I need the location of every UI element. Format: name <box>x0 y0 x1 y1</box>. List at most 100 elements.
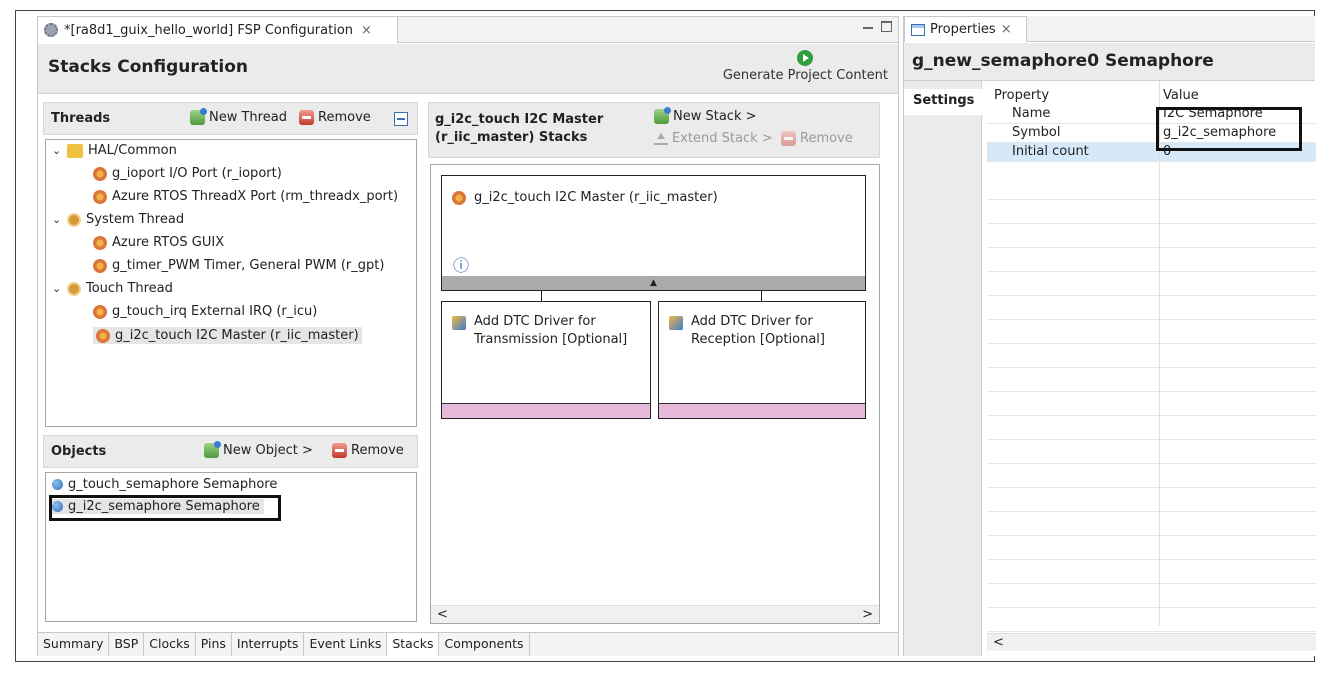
properties-tab[interactable]: Properties × <box>904 16 1027 42</box>
page-title: Stacks Configuration <box>48 57 248 77</box>
remove-icon <box>299 110 314 125</box>
properties-tab-title: Properties <box>930 22 996 37</box>
new-object-button[interactable]: New Object > <box>204 441 313 458</box>
dtc-tx-line1: Add DTC Driver for <box>474 314 596 329</box>
tab-pins[interactable]: Pins <box>196 633 232 656</box>
table-row-empty <box>987 205 1316 224</box>
properties-icon <box>911 23 925 36</box>
module-icon <box>93 304 107 319</box>
property-name: Symbol <box>1012 125 1061 140</box>
tab-summary[interactable]: Summary <box>38 633 110 656</box>
table-row-empty <box>987 397 1316 416</box>
stack-module-g-i2c-touch[interactable]: g_i2c_touch I2C Master (r_iic_master) ⓘ … <box>441 175 866 291</box>
new-stack-button[interactable]: New Stack > <box>654 107 757 124</box>
extend-stack-button: Extend Stack > <box>654 131 773 146</box>
scroll-right-icon[interactable]: > <box>862 607 873 622</box>
module-icon <box>93 258 107 273</box>
scroll-left-icon[interactable]: < <box>437 607 448 622</box>
properties-view: Properties × g_new_semaphore0 Semaphore … <box>903 16 1316 656</box>
module-icon <box>93 235 107 250</box>
properties-sections: Settings <box>904 81 982 656</box>
remove-thread-button[interactable]: Remove <box>299 110 371 125</box>
extend-stack-label: Extend Stack > <box>672 131 773 146</box>
extend-icon <box>654 132 668 145</box>
editor-tab[interactable]: *[ra8d1_guix_hello_world] FSP Configurat… <box>38 17 398 43</box>
stacks-canvas: g_i2c_touch I2C Master (r_iic_master) ⓘ … <box>430 164 880 624</box>
chevron-down-icon[interactable]: ⌄ <box>52 282 62 295</box>
remove-stack-button: Remove <box>781 131 853 146</box>
stack-dtc-transmission[interactable]: Add DTC Driver for Transmission [Optiona… <box>441 301 651 419</box>
dtc-rx-line1: Add DTC Driver for <box>691 314 813 329</box>
tree-item-label: g_touch_irq External IRQ (r_icu) <box>112 304 318 319</box>
run-icon <box>797 50 814 66</box>
tab-components[interactable]: Components <box>439 633 530 656</box>
tab-event-links[interactable]: Event Links <box>304 633 388 656</box>
tree-item-label: g_ioport I/O Port (r_ioport) <box>112 166 282 181</box>
table-row-empty <box>987 277 1316 296</box>
stack-add-icon <box>669 316 683 330</box>
module-icon <box>96 328 110 343</box>
tree-item-g-ioport[interactable]: g_ioport I/O Port (r_ioport) <box>93 166 282 181</box>
remove-object-button[interactable]: Remove <box>332 443 404 458</box>
editor-tab-title: *[ra8d1_guix_hello_world] FSP Configurat… <box>64 22 354 38</box>
tab-settings[interactable]: Settings <box>904 89 982 115</box>
fsp-configuration-editor: *[ra8d1_guix_hello_world] FSP Configurat… <box>37 16 899 656</box>
table-row-empty <box>987 349 1316 368</box>
table-row-empty <box>987 589 1316 608</box>
collapse-all-icon[interactable] <box>394 112 408 126</box>
threads-tree: ⌄ HAL/Common g_ioport I/O Port (r_ioport… <box>45 139 417 427</box>
tree-item-g-touch-irq[interactable]: g_touch_irq External IRQ (r_icu) <box>93 304 317 319</box>
remove-object-label: Remove <box>351 443 404 458</box>
tab-clocks[interactable]: Clocks <box>144 633 196 656</box>
tree-item-label: Touch Thread <box>86 281 173 296</box>
expand-arrow-icon[interactable]: ▲ <box>650 278 657 288</box>
scroll-left-icon[interactable]: < <box>993 635 1004 650</box>
objects-header: Objects New Object > Remove <box>43 435 418 468</box>
chevron-down-icon[interactable]: ⌄ <box>52 213 62 226</box>
tree-item-g-i2c-touch[interactable]: g_i2c_touch I2C Master (r_iic_master) <box>93 327 362 344</box>
tree-item-threadx-port[interactable]: Azure RTOS ThreadX Port (rm_threadx_port… <box>93 189 398 204</box>
tree-item-system-thread[interactable]: ⌄ System Thread <box>52 212 184 227</box>
add-icon <box>190 108 207 125</box>
generate-project-content-button[interactable]: Generate Project Content <box>723 50 888 83</box>
threads-title: Threads <box>51 111 111 126</box>
tab-bsp[interactable]: BSP <box>109 633 145 656</box>
tree-item-label: System Thread <box>86 212 185 227</box>
column-divider <box>1159 81 1160 626</box>
stacks-panel-title-line2: (r_iic_master) Stacks <box>435 130 588 145</box>
stack-dtc-transmission-footer <box>442 403 650 418</box>
property-name: Initial count <box>1012 144 1089 159</box>
new-thread-button[interactable]: New Thread <box>190 108 287 125</box>
close-icon[interactable]: × <box>1001 22 1012 37</box>
column-header-property: Property <box>994 88 1050 103</box>
table-row-empty <box>987 493 1316 512</box>
table-row-empty <box>987 181 1316 200</box>
folder-icon <box>67 143 83 158</box>
info-icon[interactable]: ⓘ <box>453 252 469 276</box>
stacks-panel-title-line1: g_i2c_touch I2C Master <box>435 112 604 127</box>
minimize-icon[interactable] <box>863 27 873 29</box>
tree-item-azure-rtos-guix[interactable]: Azure RTOS GUIX <box>93 235 224 250</box>
table-row-empty <box>987 541 1316 560</box>
thread-icon <box>67 212 81 227</box>
stack-module-footer: ▲ <box>442 276 865 290</box>
tree-item-g-timer-pwm[interactable]: g_timer_PWM Timer, General PWM (r_gpt) <box>93 258 384 273</box>
table-row-empty <box>987 565 1316 584</box>
stack-dtc-reception[interactable]: Add DTC Driver for Reception [Optional] <box>658 301 866 419</box>
tree-item-touch-thread[interactable]: ⌄ Touch Thread <box>52 281 173 296</box>
stacks-horizontal-scrollbar[interactable]: < > <box>431 605 879 623</box>
tree-item-label: g_timer_PWM Timer, General PWM (r_gpt) <box>112 258 385 273</box>
configuration-icon <box>44 23 58 37</box>
tab-interrupts[interactable]: Interrupts <box>232 633 305 656</box>
list-item-g-touch-semaphore[interactable]: g_touch_semaphore Semaphore <box>52 477 277 492</box>
chevron-down-icon[interactable]: ⌄ <box>52 144 62 157</box>
tree-item-hal-common[interactable]: ⌄ HAL/Common <box>52 143 177 158</box>
new-stack-label: New Stack > <box>673 109 757 124</box>
list-item-label: g_touch_semaphore Semaphore <box>68 477 278 492</box>
tab-stacks[interactable]: Stacks <box>387 633 440 656</box>
maximize-icon[interactable] <box>881 21 892 32</box>
stack-connector <box>541 291 542 301</box>
properties-horizontal-scrollbar[interactable]: < <box>987 633 1316 651</box>
threads-header: Threads New Thread Remove <box>43 102 418 135</box>
close-icon[interactable]: × <box>361 23 372 38</box>
